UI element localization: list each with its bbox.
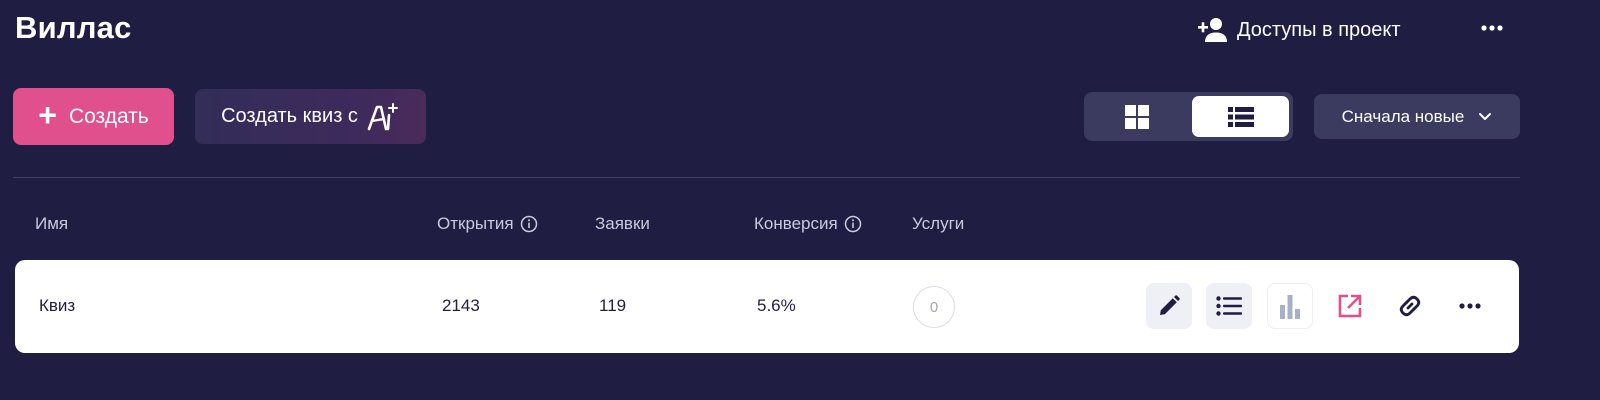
list-view-icon <box>1227 106 1254 127</box>
row-opens: 2143 <box>442 296 480 315</box>
stats-icon <box>1280 295 1300 319</box>
column-header-services-label: Услуги <box>912 214 965 233</box>
column-header-conversion-label: Конверсия <box>754 214 838 233</box>
more-dots-icon <box>1459 303 1481 309</box>
table-row[interactable]: Квиз 2143 119 5.6% 0 <box>15 260 1519 353</box>
project-access-label: Доступы в проект <box>1237 18 1401 41</box>
column-header-name[interactable]: Имя <box>35 214 68 234</box>
create-ai-quiz-label: Создать квиз с <box>221 105 358 127</box>
edit-icon <box>1160 295 1180 315</box>
page-title: Виллас <box>15 10 132 45</box>
grid-view-button[interactable] <box>1098 96 1176 137</box>
copy-link-button[interactable] <box>1387 283 1433 329</box>
row-name[interactable]: Квиз <box>39 296 75 316</box>
create-button[interactable]: + Создать <box>13 88 174 145</box>
open-external-icon <box>1338 294 1362 318</box>
leads-list-button[interactable] <box>1206 283 1252 329</box>
sort-dropdown-label: Сначала новые <box>1341 106 1465 126</box>
info-icon[interactable] <box>520 215 538 233</box>
ai-logo-icon <box>367 102 398 130</box>
row-more-button[interactable] <box>1447 283 1493 329</box>
sort-dropdown[interactable]: Сначала новые <box>1314 94 1520 139</box>
edit-button[interactable] <box>1146 283 1192 329</box>
services-badge[interactable]: 0 <box>913 286 955 328</box>
top-more-button[interactable] <box>1478 14 1506 42</box>
list-icon <box>1216 296 1242 316</box>
project-access-button[interactable]: Доступы в проект <box>1197 14 1401 46</box>
more-dots-icon <box>1481 25 1503 31</box>
row-conversion: 5.6% <box>757 296 796 315</box>
chevron-down-icon <box>1479 113 1492 120</box>
create-button-label: Создать <box>68 104 149 128</box>
column-header-leads-label: Заявки <box>595 214 650 233</box>
list-view-button[interactable] <box>1192 96 1289 137</box>
info-icon[interactable] <box>844 215 862 233</box>
row-leads: 119 <box>599 296 627 315</box>
column-header-opens[interactable]: Открытия <box>437 214 538 234</box>
plus-icon: + <box>38 97 57 133</box>
create-ai-quiz-button[interactable]: Создать квиз с <box>195 89 426 144</box>
stats-button[interactable] <box>1267 283 1313 329</box>
add-person-icon <box>1198 18 1227 42</box>
column-header-conversion[interactable]: Конверсия <box>754 214 862 234</box>
divider <box>13 177 1520 178</box>
column-header-leads[interactable]: Заявки <box>595 214 650 234</box>
link-icon <box>1399 295 1421 317</box>
view-toggle <box>1084 92 1293 141</box>
column-header-name-label: Имя <box>35 214 69 233</box>
column-header-services: Услуги <box>912 214 964 234</box>
open-external-button[interactable] <box>1327 283 1373 329</box>
column-header-opens-label: Открытия <box>437 214 514 233</box>
grid-view-icon <box>1125 104 1149 129</box>
